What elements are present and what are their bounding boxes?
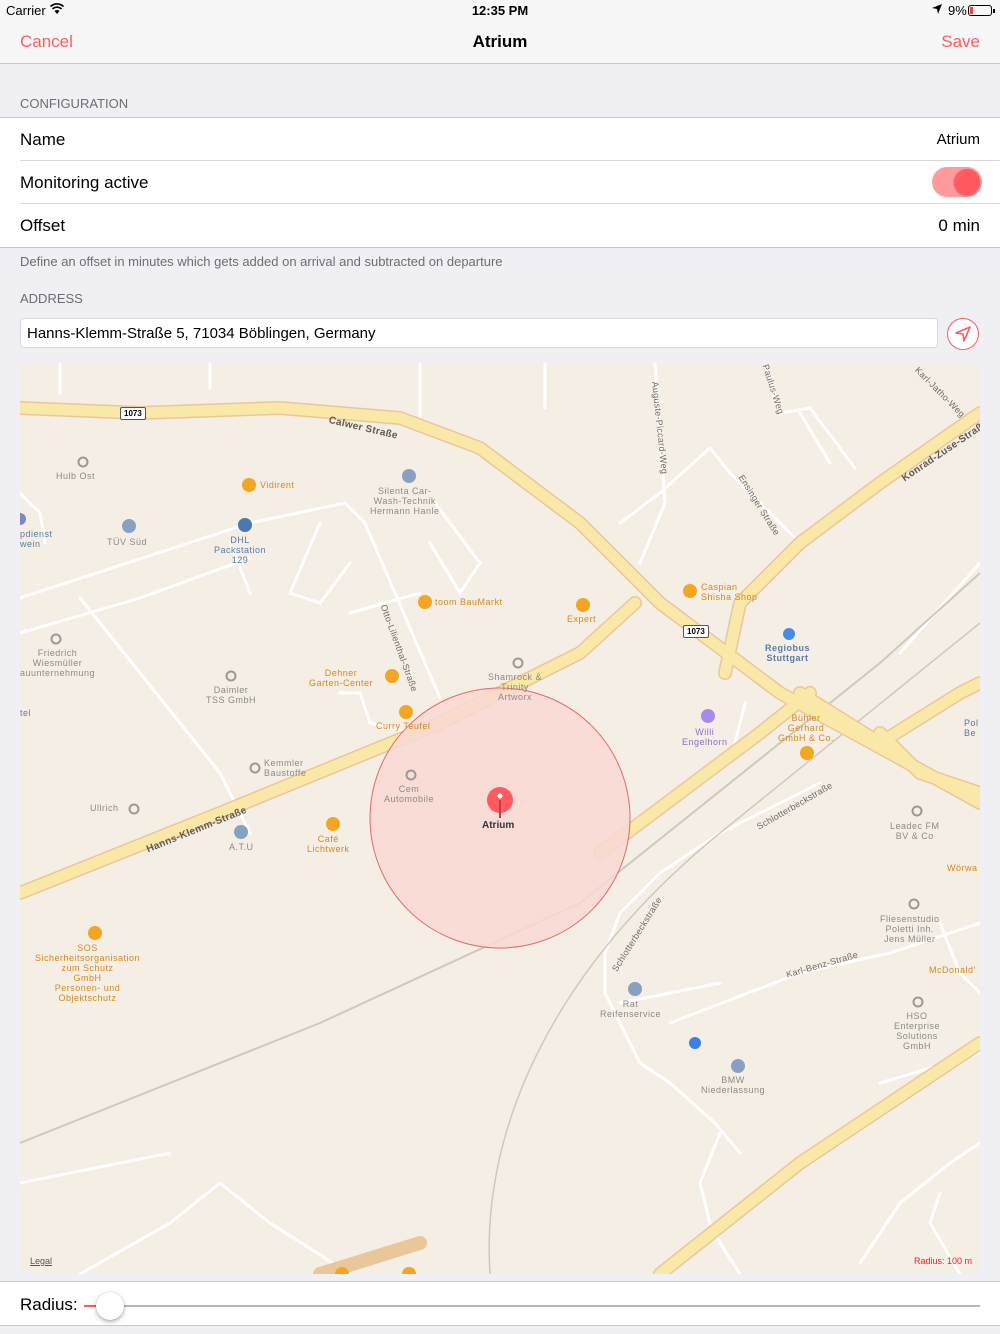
poi-label: Kemmler Baustoffe	[264, 758, 307, 778]
battery-percent: 9%	[948, 3, 967, 18]
configuration-header: CONFIGURATION	[20, 96, 129, 111]
address-header: ADDRESS	[20, 291, 83, 306]
poi-label: Friedrich Wiesmüller auunternehmung	[20, 648, 96, 678]
toggle-knob	[954, 169, 980, 195]
page-title: Atrium	[472, 32, 528, 51]
address-input[interactable]	[20, 318, 938, 348]
poi-label: Fliesenstudio Poletti Inh. Jens Müller	[880, 914, 940, 944]
navigation-bar: Cancel Atrium Save	[0, 22, 1000, 64]
save-button[interactable]: Save	[941, 32, 980, 52]
poi-label: Ullrich	[90, 803, 119, 813]
offset-value: 0 min	[938, 216, 980, 235]
poi-label: Shamrock & Trinity Artworx	[488, 672, 543, 702]
poi-label: Café Lichtwerk	[307, 834, 350, 854]
name-label: Name	[20, 130, 66, 149]
map-roads	[20, 363, 980, 1274]
poi-label: Willi Engelhorn	[682, 727, 728, 747]
route-shield: 1073	[120, 407, 146, 420]
poi-label: Curry Teufel	[376, 721, 431, 731]
name-value: Atrium	[936, 131, 980, 148]
poi-label: Leadec FM BV & Co	[890, 821, 940, 841]
route-shield: 1073	[683, 625, 709, 638]
radius-overlay-label: Radius: 100 m	[913, 1256, 972, 1266]
monitoring-row: Monitoring active	[20, 161, 1000, 204]
poi-label: Regiobus Stuttgart	[765, 643, 811, 663]
poi-label: Vidirent	[260, 480, 295, 490]
poi-label: toom BauMarkt	[435, 597, 503, 607]
monitoring-toggle[interactable]	[932, 167, 982, 197]
poi-label: Rat Reifenservice	[600, 999, 662, 1019]
poi-label: HSO Enterprise Solutions GmbH	[894, 1011, 941, 1051]
legal-link[interactable]: Legal	[30, 1256, 52, 1266]
radius-row: Radius:	[0, 1281, 1000, 1326]
poi-label: tel	[20, 708, 32, 718]
poi-label: Daimler TSS GmbH	[206, 685, 257, 705]
poi-label: Expert	[567, 614, 597, 624]
poi-label: TÜV Süd	[107, 537, 148, 547]
name-row[interactable]: Name Atrium	[20, 118, 1000, 161]
poi-label: DHL Packstation 129	[214, 535, 267, 565]
poi-label: pdienst wein	[20, 529, 53, 549]
offset-row[interactable]: Offset 0 min	[20, 204, 1000, 247]
battery-icon	[968, 5, 995, 16]
poi-label: Silenta Car- Wash-Technik Hermann Hanle	[370, 486, 440, 516]
poi-label: Cem Automobile	[384, 784, 435, 804]
location-arrow-icon	[955, 326, 971, 342]
configuration-group: Name Atrium Monitoring active Offset 0 m…	[0, 117, 1000, 248]
offset-footer-note: Define an offset in minutes which gets a…	[20, 254, 503, 269]
poi-label: Pol Be	[964, 718, 979, 738]
radius-slider[interactable]	[84, 1292, 980, 1320]
poi-label: Hulb Ost	[56, 471, 96, 481]
monitoring-label: Monitoring active	[20, 173, 149, 192]
status-time: 12:35 PM	[471, 3, 529, 18]
status-bar: Carrier 12:35 PM 9%	[0, 0, 1000, 22]
map-pin-label: Atrium	[482, 820, 515, 831]
poi-label: Caspian Shisha Shop	[701, 582, 758, 602]
offset-label: Offset	[20, 216, 66, 235]
poi-label: Bühler Gerhard GmbH & Co.	[778, 713, 835, 743]
map-view[interactable]: 1073 1073 Calwer Straße Konrad-Zuse-Stra…	[20, 363, 980, 1274]
poi-label: Dehner Garten-Center	[309, 668, 374, 688]
poi-label: SOS Sicherheitsorganisation zum Schutz G…	[35, 943, 141, 1003]
current-location-button[interactable]	[947, 318, 979, 350]
radius-label: Radius:	[20, 1295, 78, 1314]
poi-label: Wörwa	[947, 863, 978, 873]
poi-label: BMW Niederlassung	[701, 1075, 766, 1095]
radius-slider-thumb[interactable]	[95, 1292, 124, 1320]
poi-label: A.T.U	[229, 842, 254, 852]
location-arrow-icon	[932, 4, 942, 14]
poi-label: McDonald'	[929, 965, 976, 975]
